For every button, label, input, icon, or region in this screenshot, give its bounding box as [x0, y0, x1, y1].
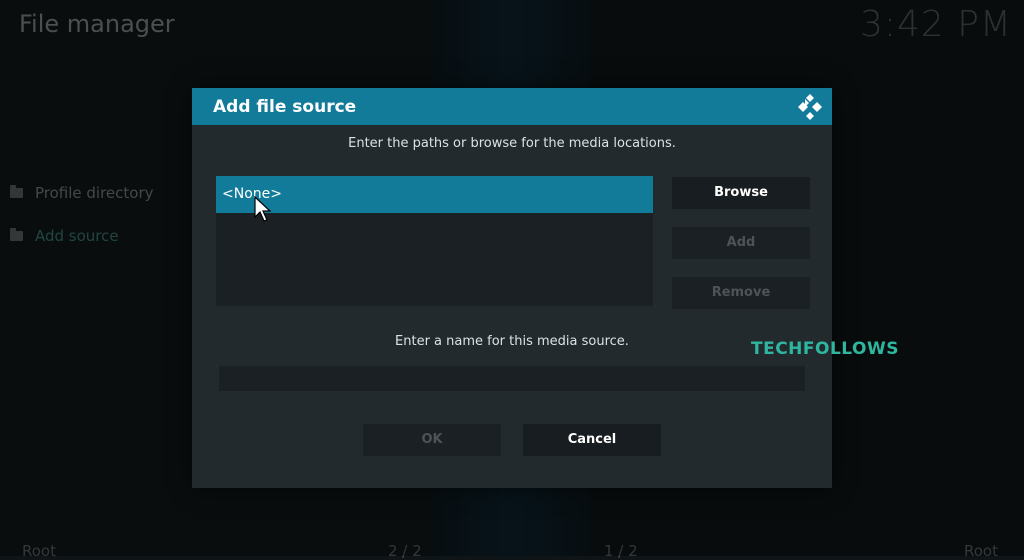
name-instruction: Enter a name for this media source.	[395, 334, 629, 349]
dialog-header: Add file source	[192, 88, 832, 125]
source-name-field[interactable]	[219, 366, 805, 391]
remove-button[interactable]: Remove	[672, 277, 810, 309]
paths-instruction: Enter the paths or browse for the media …	[348, 136, 676, 151]
kodi-logo-icon	[798, 94, 822, 120]
dialog-title: Add file source	[213, 97, 357, 117]
paths-list[interactable]: <None>	[216, 176, 653, 306]
path-list-item[interactable]: <None>	[216, 176, 653, 213]
path-label: <None>	[222, 186, 282, 202]
cancel-button[interactable]: Cancel	[523, 424, 661, 456]
add-button[interactable]: Add	[672, 227, 810, 259]
browse-button[interactable]: Browse	[672, 177, 810, 209]
add-file-source-dialog: Add file source Enter the paths or brows…	[192, 88, 832, 488]
mouse-pointer-icon	[254, 196, 272, 222]
ok-button[interactable]: OK	[363, 424, 501, 456]
watermark-logo: TECHFOLLOWS	[751, 339, 899, 359]
